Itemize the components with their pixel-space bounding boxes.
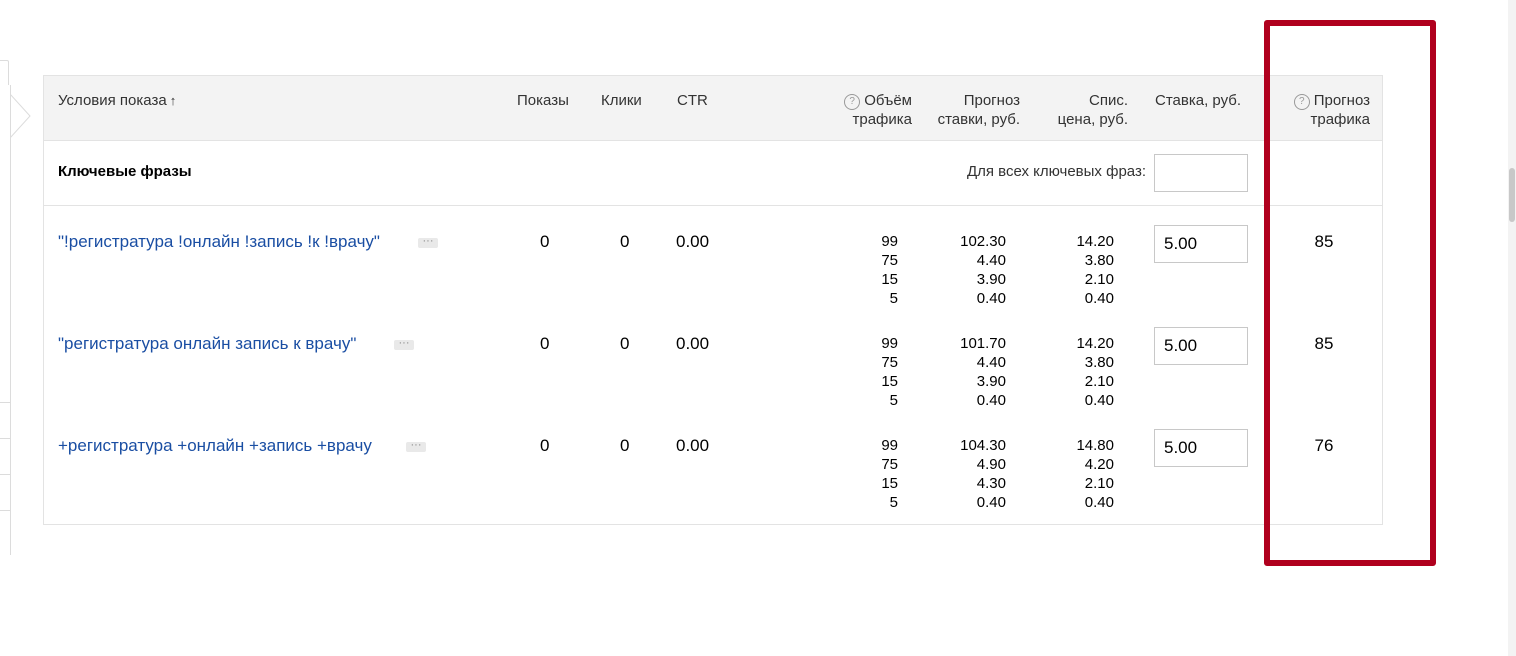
left-panel-divider xyxy=(0,474,10,475)
impressions-value: 0 xyxy=(540,436,550,455)
bid-input[interactable] xyxy=(1154,327,1248,365)
left-panel-divider xyxy=(0,438,10,439)
keyword-phrases-section: Ключевые фразы Для всех ключевых фраз: xyxy=(44,141,1382,206)
column-header-conditions[interactable]: Условия показа ↑ xyxy=(58,91,176,110)
writeoff-value: 3.80 xyxy=(1084,354,1114,371)
table-row: "регистратура онлайн запись к врачу" ···… xyxy=(44,327,1382,436)
table-header: Условия показа ↑ Показы Клики CTR ? Объём … xyxy=(44,76,1382,141)
writeoff-value: 14.20 xyxy=(1076,335,1114,352)
vertical-scrollbar[interactable] xyxy=(1508,0,1516,656)
column-header-bid-forecast: Прогноз ставки, руб. xyxy=(914,91,1020,129)
volume-value: 75 xyxy=(881,252,898,269)
volume-value: 5 xyxy=(889,494,898,511)
clicks-value: 0 xyxy=(620,436,630,455)
volume-value: 99 xyxy=(881,335,898,352)
bid-input[interactable] xyxy=(1154,429,1248,467)
traffic-volume-line1: Объём xyxy=(864,92,912,109)
bid-forecast-value: 104.30 xyxy=(960,437,1006,454)
volume-value: 15 xyxy=(881,271,898,288)
bid-forecast-list: 101.70 4.40 3.90 0.40 xyxy=(934,334,1006,410)
bid-input[interactable] xyxy=(1154,225,1248,263)
bid-forecast-value: 101.70 xyxy=(960,335,1006,352)
column-header-writeoff: Спис. цена, руб. xyxy=(1024,91,1128,129)
volume-value: 75 xyxy=(881,354,898,371)
traffic-forecast-highlight-box xyxy=(1264,20,1436,566)
ctr-value: 0.00 xyxy=(676,436,710,455)
all-phrases-bid-input[interactable] xyxy=(1154,154,1248,192)
left-panel-fragment xyxy=(0,60,9,88)
volume-value: 5 xyxy=(889,392,898,409)
conditions-label: Условия показа xyxy=(58,92,167,109)
bid-forecast-value: 4.40 xyxy=(976,252,1006,269)
writeoff-price-list: 14.20 3.80 2.10 0.40 xyxy=(1044,334,1114,410)
column-header-traffic-volume: ? Объём трафика xyxy=(816,91,912,129)
table-row: "!регистратура !онлайн !запись !к !врачу… xyxy=(44,225,1382,334)
writeoff-price-list: 14.80 4.20 2.10 0.40 xyxy=(1044,436,1114,512)
clicks-value: 0 xyxy=(620,232,630,251)
more-options-icon[interactable]: ··· xyxy=(406,440,426,452)
scrollbar-thumb[interactable] xyxy=(1509,168,1515,222)
bid-forecast-value: 4.40 xyxy=(976,354,1006,371)
left-panel-divider xyxy=(0,402,10,403)
column-header-clicks: Клики xyxy=(601,92,642,109)
traffic-volume-list: 99 75 15 5 xyxy=(844,232,898,308)
writeoff-line1: Спис. xyxy=(1088,92,1128,109)
bid-forecast-list: 102.30 4.40 3.90 0.40 xyxy=(934,232,1006,308)
volume-value: 99 xyxy=(881,437,898,454)
keyword-phrase-link[interactable]: +регистратура +онлайн +запись +врачу xyxy=(58,436,372,456)
writeoff-value: 4.20 xyxy=(1084,456,1114,473)
more-options-icon[interactable]: ··· xyxy=(394,338,414,350)
writeoff-price-list: 14.20 3.80 2.10 0.40 xyxy=(1044,232,1114,308)
keyword-phrase-link[interactable]: "регистратура онлайн запись к врачу" xyxy=(58,334,356,354)
volume-value: 5 xyxy=(889,290,898,307)
volume-value: 75 xyxy=(881,456,898,473)
sort-arrow-icon[interactable]: ↑ xyxy=(170,93,177,108)
bid-forecast-value: 0.40 xyxy=(976,494,1006,511)
all-phrases-label: Для всех ключевых фраз: xyxy=(966,163,1146,180)
writeoff-value: 2.10 xyxy=(1084,271,1114,288)
bid-forecast-value: 0.40 xyxy=(976,290,1006,307)
help-icon[interactable]: ? xyxy=(844,94,861,110)
writeoff-value: 2.10 xyxy=(1084,475,1114,492)
bid-forecast-list: 104.30 4.90 4.30 0.40 xyxy=(934,436,1006,512)
traffic-volume-line2: трафика xyxy=(852,111,912,128)
impressions-value: 0 xyxy=(540,334,550,353)
bid-forecast-line1: Прогноз xyxy=(963,92,1020,109)
bid-forecast-value: 3.90 xyxy=(976,271,1006,288)
impressions-value: 0 xyxy=(540,232,550,251)
bid-forecast-line2: ставки, руб. xyxy=(937,111,1020,128)
ctr-value: 0.00 xyxy=(676,232,710,251)
bid-forecast-value: 4.30 xyxy=(976,475,1006,492)
writeoff-value: 0.40 xyxy=(1084,392,1114,409)
column-header-bid: Ставка, руб. xyxy=(1155,92,1242,109)
keyword-phrase-link[interactable]: "!регистратура !онлайн !запись !к !врачу… xyxy=(58,232,380,252)
writeoff-line2: цена, руб. xyxy=(1057,111,1128,128)
clicks-value: 0 xyxy=(620,334,630,353)
column-header-impressions: Показы xyxy=(517,92,569,109)
writeoff-value: 0.40 xyxy=(1084,494,1114,511)
writeoff-value: 3.80 xyxy=(1084,252,1114,269)
volume-value: 15 xyxy=(881,373,898,390)
more-options-icon[interactable]: ··· xyxy=(418,236,438,248)
volume-value: 99 xyxy=(881,233,898,250)
bid-forecast-value: 102.30 xyxy=(960,233,1006,250)
bid-forecast-value: 3.90 xyxy=(976,373,1006,390)
writeoff-value: 0.40 xyxy=(1084,290,1114,307)
ctr-value: 0.00 xyxy=(676,334,710,353)
left-panel-border xyxy=(0,85,11,555)
keyword-table: Условия показа ↑ Показы Клики CTR ? Объём … xyxy=(43,75,1383,525)
bid-forecast-value: 4.90 xyxy=(976,456,1006,473)
column-header-ctr: CTR xyxy=(677,92,708,109)
volume-value: 15 xyxy=(881,475,898,492)
writeoff-value: 14.20 xyxy=(1076,233,1114,250)
panel-pointer-arrow xyxy=(10,94,31,138)
left-panel-divider xyxy=(0,510,10,511)
table-row: +регистратура +онлайн +запись +врачу ···… xyxy=(44,429,1382,538)
writeoff-value: 14.80 xyxy=(1076,437,1114,454)
bid-forecast-value: 0.40 xyxy=(976,392,1006,409)
traffic-volume-list: 99 75 15 5 xyxy=(844,334,898,410)
section-title: Ключевые фразы xyxy=(58,163,192,180)
writeoff-value: 2.10 xyxy=(1084,373,1114,390)
traffic-volume-list: 99 75 15 5 xyxy=(844,436,898,512)
